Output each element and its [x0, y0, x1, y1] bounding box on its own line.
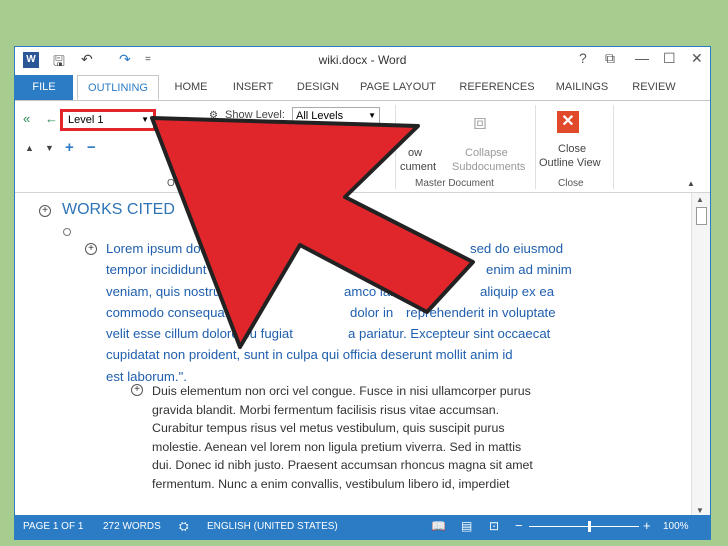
pointer-arrow — [150, 116, 475, 349]
red-arrow-overlay — [150, 116, 475, 349]
